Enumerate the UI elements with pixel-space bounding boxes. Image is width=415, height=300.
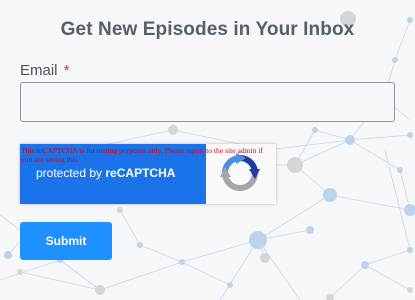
newsletter-form: Get New Episodes in Your Inbox Email * T… — [0, 0, 415, 300]
recaptcha-protected-prefix: protected by — [36, 166, 103, 180]
submit-button[interactable]: Submit — [20, 222, 112, 260]
recaptcha-widget[interactable]: This reCAPTCHA is for testing purposes o… — [20, 144, 276, 204]
email-input[interactable] — [20, 82, 395, 122]
recaptcha-brand: reCAPTCHA — [105, 166, 176, 180]
recaptcha-protected-text: protected by reCAPTCHA — [36, 166, 175, 180]
required-marker: * — [63, 62, 70, 79]
form-title: Get New Episodes in Your Inbox — [60, 19, 355, 40]
email-label: Email * — [20, 62, 70, 79]
email-label-text: Email — [20, 62, 58, 79]
recaptcha-test-warning: This reCAPTCHA is for testing purposes o… — [21, 146, 264, 164]
